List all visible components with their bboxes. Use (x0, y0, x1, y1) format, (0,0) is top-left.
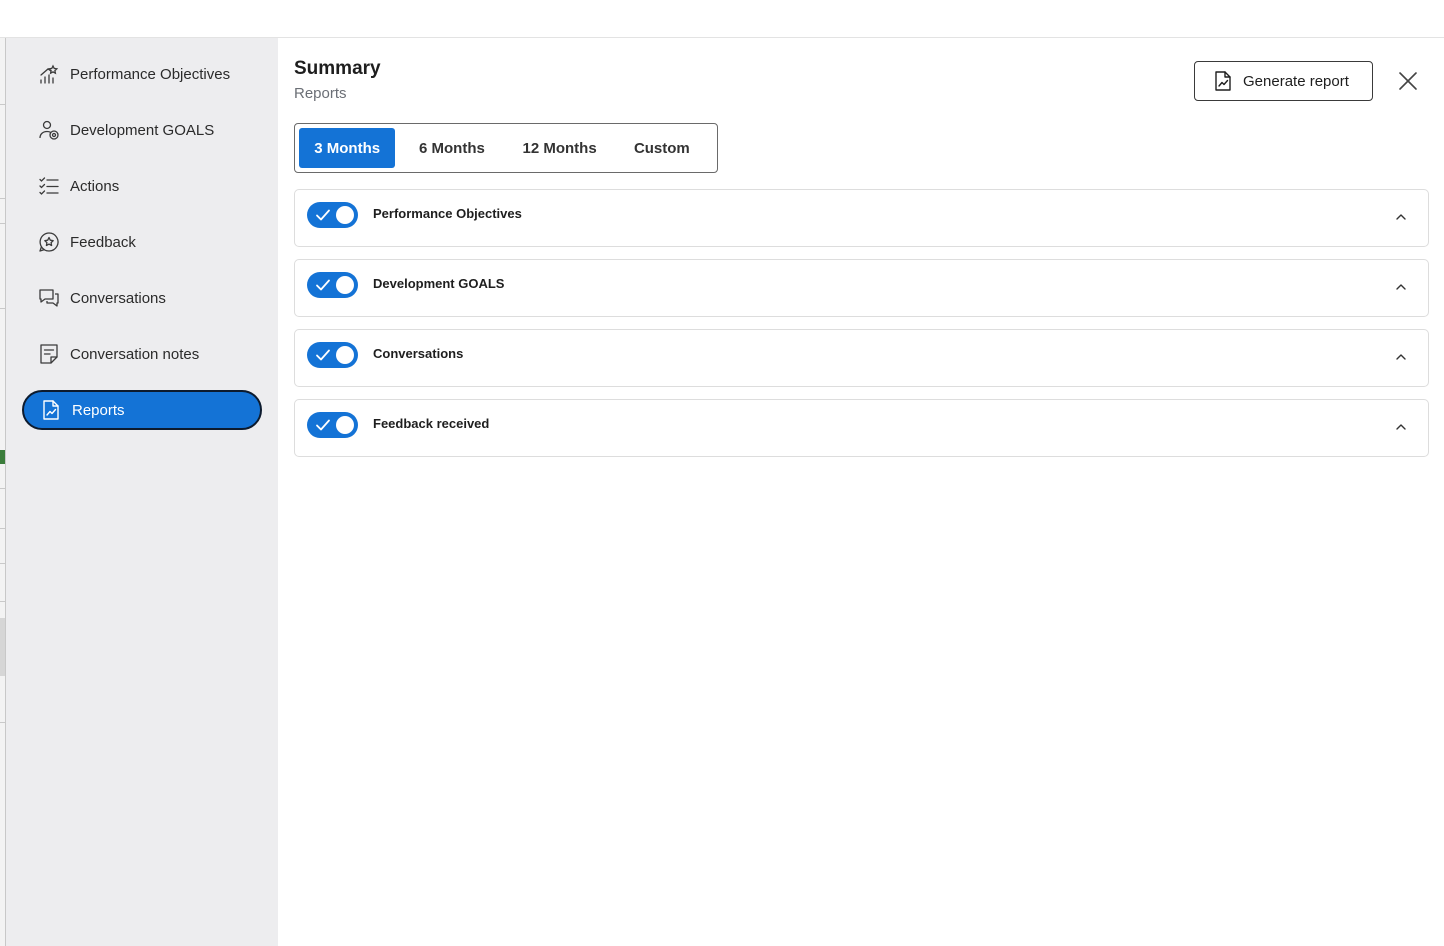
sidebar-nav: Performance Objectives Development GOALS… (6, 38, 278, 946)
toggle-knob (336, 276, 354, 294)
sidebar-item-label: Development GOALS (70, 121, 215, 139)
check-icon (316, 209, 330, 221)
chevron-up-icon[interactable] (1394, 420, 1408, 434)
sidebar-item-label: Conversations (70, 289, 166, 307)
toggle-knob (336, 206, 354, 224)
user-target-icon (38, 119, 60, 141)
section-card-conversations: Conversations (294, 329, 1429, 387)
section-card-development-goals: Development GOALS (294, 259, 1429, 317)
chat-bubbles-icon (38, 287, 60, 309)
section-label: Conversations (373, 346, 464, 361)
period-12-months[interactable]: 12 Months (508, 128, 610, 168)
period-3-months[interactable]: 3 Months (299, 128, 396, 168)
period-custom[interactable]: Custom (611, 128, 713, 168)
period-6-months[interactable]: 6 Months (395, 128, 508, 168)
section-card-feedback-received: Feedback received (294, 399, 1429, 457)
section-label: Development GOALS (373, 276, 505, 291)
report-file-icon (1213, 70, 1233, 92)
notes-icon (38, 343, 60, 365)
report-panel: Summary Reports Generate report 3 Months… (278, 38, 1444, 946)
sidebar-item-label: Actions (70, 177, 120, 195)
period-selector: 3 Months 6 Months 12 Months Custom (294, 123, 718, 173)
chevron-up-icon[interactable] (1394, 280, 1408, 294)
generate-report-button[interactable]: Generate report (1194, 61, 1373, 101)
star-chat-icon (38, 231, 60, 253)
section-toggle[interactable] (307, 412, 358, 438)
generate-report-label: Generate report (1243, 72, 1349, 90)
sidebar-item-label: Performance Objectives (70, 65, 231, 83)
sidebar-item-feedback[interactable]: Feedback (22, 222, 262, 262)
sidebar-item-label: Conversation notes (70, 345, 200, 363)
check-icon (316, 279, 330, 291)
section-toggle[interactable] (307, 272, 358, 298)
sidebar-item-actions[interactable]: Actions (22, 166, 262, 206)
section-label: Feedback received (373, 416, 490, 431)
report-file-icon (40, 399, 62, 421)
sidebar-item-performance-objectives[interactable]: Performance Objectives (22, 54, 262, 94)
page-subtitle: Reports (294, 85, 347, 102)
close-button[interactable] (1397, 70, 1419, 92)
toggle-knob (336, 416, 354, 434)
sidebar-item-label: Reports (72, 401, 125, 419)
close-icon (1399, 72, 1417, 90)
page-title: Summary (294, 58, 381, 79)
top-bar (0, 0, 1444, 38)
sidebar-item-development-goals[interactable]: Development GOALS (22, 110, 262, 150)
sidebar-item-conversations[interactable]: Conversations (22, 278, 262, 318)
section-toggle[interactable] (307, 202, 358, 228)
chevron-up-icon[interactable] (1394, 350, 1408, 364)
section-label: Performance Objectives (373, 206, 522, 221)
sidebar-item-reports[interactable]: Reports (22, 390, 262, 430)
chevron-up-icon[interactable] (1394, 210, 1408, 224)
sidebar-item-label: Feedback (70, 233, 136, 251)
sidebar-item-conversation-notes[interactable]: Conversation notes (22, 334, 262, 374)
check-icon (316, 419, 330, 431)
section-toggle[interactable] (307, 342, 358, 368)
chart-growth-icon (38, 63, 60, 85)
section-card-performance-objectives: Performance Objectives (294, 189, 1429, 247)
checklist-icon (38, 175, 60, 197)
toggle-knob (336, 346, 354, 364)
check-icon (316, 349, 330, 361)
